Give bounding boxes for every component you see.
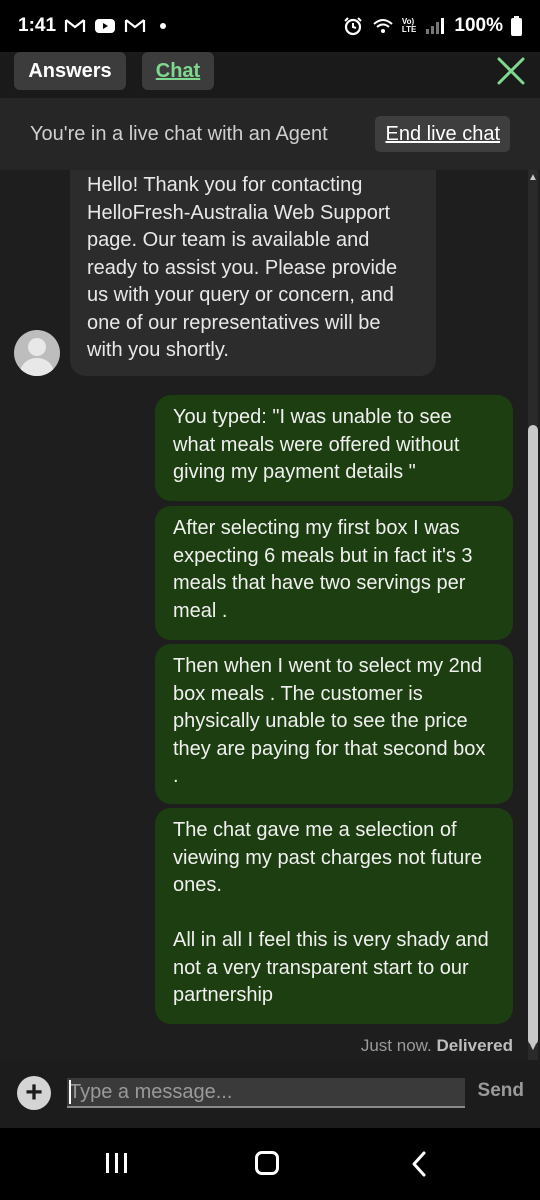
status-time: 1:41 [18, 15, 57, 36]
end-live-chat-button[interactable]: End live chat [375, 116, 510, 152]
message-status: Just now. Delivered [361, 1036, 513, 1056]
send-button[interactable]: Send [478, 1080, 524, 1102]
wifi-icon [373, 19, 393, 33]
notification-dot-icon [160, 23, 167, 29]
scroll-thumb[interactable] [528, 425, 538, 1045]
system-nav-bar [0, 1128, 540, 1200]
chat-scrollbar[interactable]: ▲ ▼ [526, 170, 540, 1060]
gmail-icon [124, 19, 146, 32]
battery-icon [511, 16, 522, 36]
add-attachment-button[interactable]: + [17, 1076, 51, 1110]
agent-message: Hello! Thank you for contacting HelloFre… [70, 170, 436, 376]
home-icon[interactable] [255, 1151, 279, 1175]
chat-transcript[interactable]: Hello! Thank you for contacting HelloFre… [0, 170, 540, 1060]
live-chat-status: You're in a live chat with an Agent [30, 122, 328, 145]
youtube-icon [95, 19, 116, 33]
user-message: Then when I went to select my 2nd box me… [155, 644, 513, 804]
delivery-status: Delivered [436, 1036, 513, 1055]
status-bar: 1:41 Vo) LTE 100% [0, 0, 540, 52]
agent-avatar [14, 330, 60, 376]
recent-apps-icon[interactable] [104, 1152, 130, 1174]
close-icon[interactable] [494, 54, 528, 88]
tab-answers[interactable]: Answers [14, 52, 126, 90]
chat-header: Answers Chat [0, 52, 540, 98]
message-composer: + Send [0, 1060, 540, 1128]
gmail-icon [64, 19, 86, 32]
volte-icon: Vo) LTE [401, 17, 417, 34]
text-cursor [69, 1080, 71, 1104]
user-message: After selecting my first box I was expec… [155, 506, 513, 640]
message-input[interactable] [67, 1078, 465, 1108]
scroll-down-icon[interactable]: ▼ [528, 1042, 538, 1053]
battery-percent: 100% [454, 15, 503, 36]
tab-chat[interactable]: Chat [142, 52, 214, 90]
signal-icon [426, 18, 445, 34]
live-chat-banner: You're in a live chat with an Agent End … [0, 98, 540, 170]
alarm-icon [344, 17, 362, 36]
back-icon[interactable] [408, 1150, 430, 1178]
user-message: You typed: "I was unable to see what mea… [155, 395, 513, 501]
user-message: The chat gave me a selection of viewing … [155, 808, 513, 1024]
message-time: Just now. [360, 1036, 432, 1055]
scroll-up-icon[interactable]: ▲ [528, 172, 538, 183]
